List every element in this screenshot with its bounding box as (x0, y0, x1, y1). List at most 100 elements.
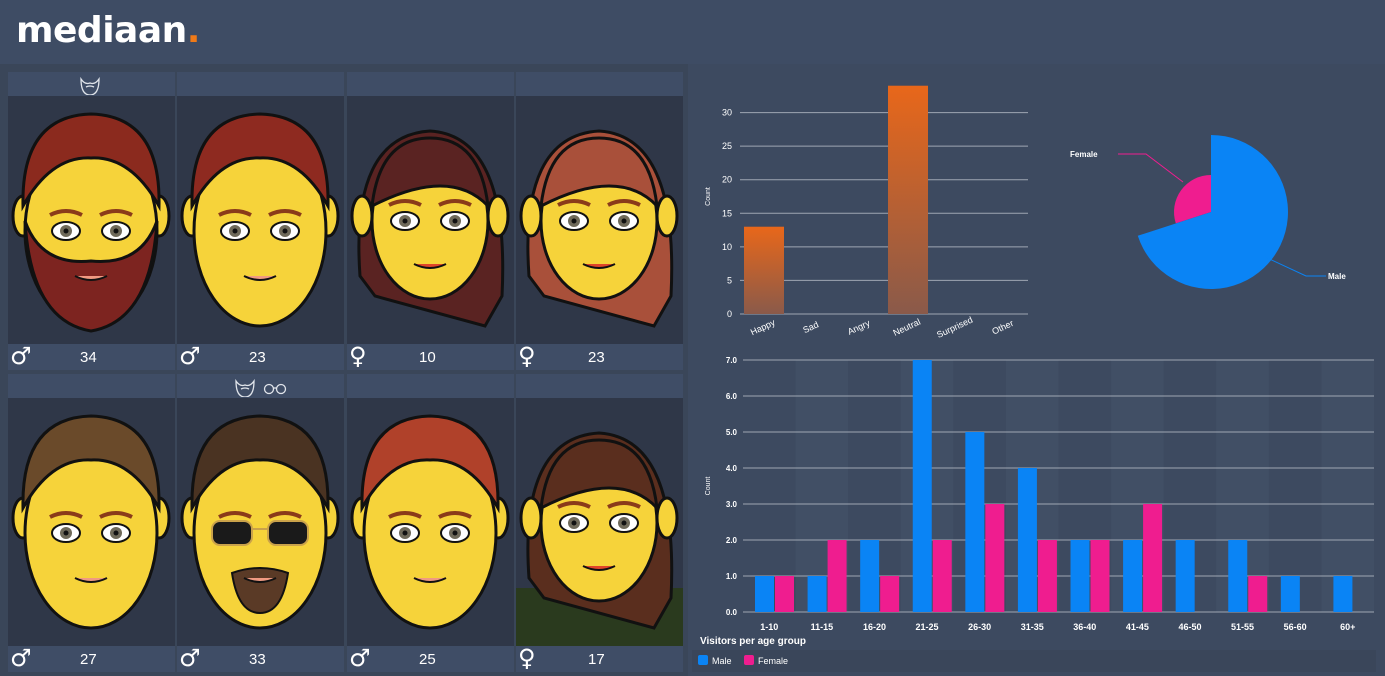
bar-female (880, 576, 900, 612)
ear (350, 194, 374, 238)
analytics-panel: 0 5 10 15 20 25 30 Count Happy Sad Angry Neutral Sur… (688, 64, 1385, 676)
bar-male (1123, 540, 1143, 612)
bar-male (860, 540, 880, 612)
y-tick-label: 5 (727, 275, 732, 285)
visitor-card: ♀ 17 (516, 374, 683, 672)
visitor-card: ♀ 23 (516, 72, 683, 370)
app-header: mediaan. (0, 0, 1385, 64)
leader-line (1118, 153, 1184, 183)
pupil-center (232, 228, 238, 234)
visitor-age: 17 (588, 651, 605, 668)
male-symbol-icon: ♂ (10, 342, 32, 370)
y-tick-label: 0 (727, 309, 732, 319)
bar-male (912, 360, 932, 612)
visitor-footer: ♂ 25 (347, 646, 514, 672)
visitor-footer: ♂ 34 (8, 344, 175, 370)
glasses-icon (263, 383, 286, 395)
bar-female (1143, 504, 1163, 612)
x-tick-label: Happy (749, 317, 777, 337)
avatar-illustration (180, 414, 340, 630)
bar-male (965, 432, 985, 612)
avatar-illustration (350, 414, 510, 630)
accessory-strip (347, 374, 514, 398)
accessory-strip (8, 72, 175, 96)
visitor-age: 23 (249, 349, 266, 366)
y-tick-label: 25 (722, 141, 732, 151)
male-symbol-icon: ♂ (349, 644, 371, 672)
visitor-footer: ♂ 27 (8, 646, 175, 672)
chart-title: Visitors per age group (700, 636, 806, 647)
pupil-center (113, 530, 119, 536)
bar-female (1248, 576, 1268, 612)
visitor-avatar (516, 398, 683, 648)
pupil-center (63, 530, 69, 536)
bar-male (1333, 576, 1353, 612)
visitor-card: ♀ 10 (347, 72, 514, 370)
y-axis-label: Count (705, 187, 712, 206)
pupil-center (402, 218, 408, 224)
beard-icon (234, 378, 255, 397)
female-symbol-icon: ♀ (518, 342, 536, 370)
y-tick-label: 15 (722, 208, 732, 218)
visitor-age: 33 (249, 651, 266, 668)
sunglasses-lens (267, 520, 309, 546)
visitor-avatar (177, 96, 344, 346)
male-symbol-icon: ♂ (179, 342, 201, 370)
ear (655, 496, 679, 540)
pie-slice-male (1137, 135, 1288, 289)
x-tick-label: Angry (846, 318, 872, 337)
gender-pie-chart: Female Male (1070, 135, 1346, 289)
bar-female (985, 504, 1005, 612)
pupil-center (113, 228, 119, 234)
x-tick-label: Surprised (935, 315, 974, 340)
bar-female (1037, 540, 1057, 612)
avatar-illustration (11, 414, 171, 630)
legend-label: Male (712, 656, 732, 666)
visitor-footer: ♀ 23 (516, 344, 683, 370)
visitor-card: ♂ 33 (177, 374, 344, 672)
x-tick-label: 46-50 (1178, 622, 1201, 632)
x-tick-label: 21-25 (916, 622, 939, 632)
pie-label-female: Female (1070, 150, 1098, 159)
column-band (1321, 360, 1374, 612)
bar-male (1280, 576, 1300, 612)
legend-swatch (698, 655, 708, 665)
pupil-center (282, 228, 288, 234)
visitor-avatar (347, 398, 514, 648)
visitor-age: 34 (80, 349, 97, 366)
pupil-center (63, 228, 69, 234)
x-tick-label: 41-45 (1126, 622, 1149, 632)
pupil-center (621, 218, 627, 224)
legend-swatch (744, 655, 754, 665)
y-tick-label: 2.0 (726, 536, 738, 545)
visitor-age: 10 (419, 349, 436, 366)
visitor-footer: ♂ 33 (177, 646, 344, 672)
visitor-card: ♂ 25 (347, 374, 514, 672)
visitor-age: 23 (588, 349, 605, 366)
visitor-footer: ♀ 17 (516, 646, 683, 672)
male-symbol-icon: ♂ (10, 644, 32, 672)
pupil-center (402, 530, 408, 536)
avatar-illustration (180, 112, 340, 328)
pupil-center (621, 520, 627, 526)
y-tick-label: 1.0 (726, 572, 738, 581)
pie-label-male: Male (1328, 272, 1346, 281)
y-tick-label: 0.0 (726, 608, 738, 617)
x-tick-label: 1-10 (760, 622, 778, 632)
visitor-age: 27 (80, 651, 97, 668)
y-axis-label: Count (705, 477, 712, 496)
legend-box (692, 650, 1376, 672)
accessory-strip (516, 374, 683, 398)
bar-female (827, 540, 847, 612)
visitor-card: ♂ 34 (8, 72, 175, 370)
ear (486, 194, 510, 238)
visitor-avatar (516, 96, 683, 346)
visitor-footer: ♂ 23 (177, 344, 344, 370)
female-symbol-icon: ♀ (349, 342, 367, 370)
pupil-center (571, 218, 577, 224)
x-tick-label: 31-35 (1021, 622, 1044, 632)
avatar-illustration (11, 112, 171, 333)
male-symbol-icon: ♂ (179, 644, 201, 672)
x-tick-label: Other (990, 318, 1015, 337)
x-tick-label: 60+ (1340, 622, 1355, 632)
